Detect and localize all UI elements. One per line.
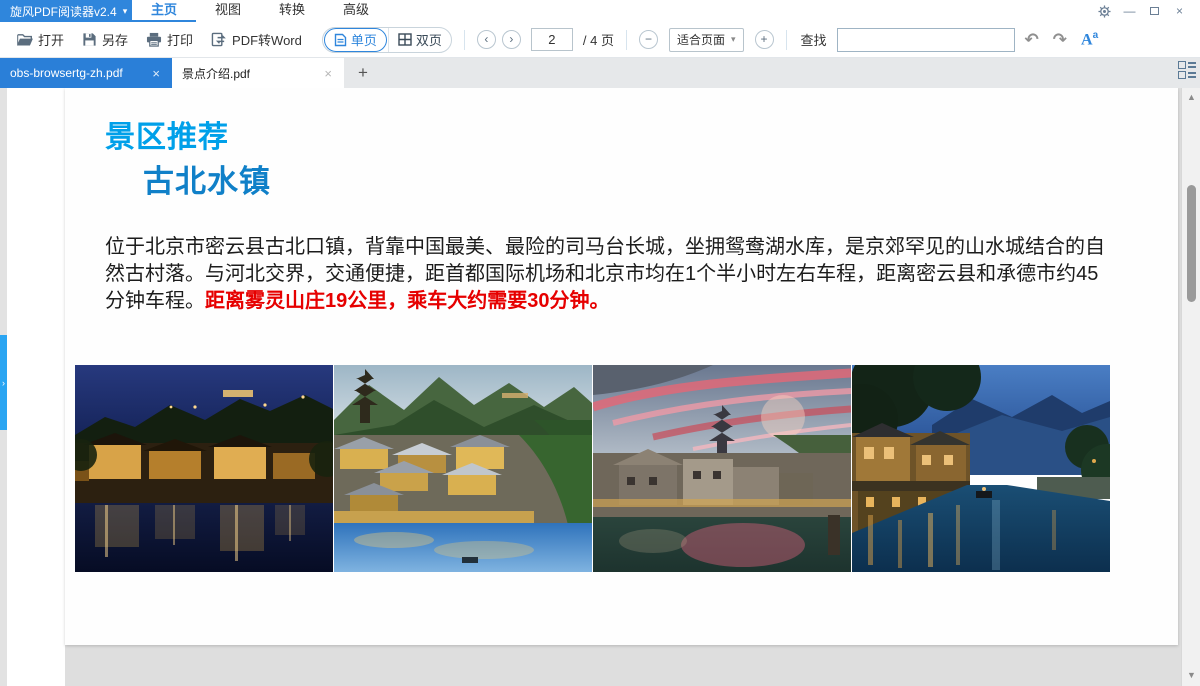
title-bar: 旋风PDF阅读器v2.4 ▾ 主页 视图 转换 高级 [0,0,1200,22]
chevron-down-icon: ▾ [731,34,736,45]
pdf-to-word-icon [211,32,227,47]
body-paragraph: 位于北京市密云县古北口镇，背靠中国最美、最险的司马台长城，坐拥鸳鸯湖水库，是京郊… [105,234,1113,315]
print-icon [146,32,162,47]
open-button[interactable]: 打开 [10,26,70,53]
photo-dusk-aerial-pagoda [334,365,592,572]
save-as-button[interactable]: 另存 [76,26,134,53]
document-tab-bar: obs-browsertg-zh.pdf × 景点介绍.pdf × + [0,58,1200,88]
doc-tab-obs-browsertg[interactable]: obs-browsertg-zh.pdf × [0,58,172,88]
chevron-down-icon: ▾ [123,6,128,17]
settings-gear-icon[interactable] [1092,0,1117,22]
single-page-button[interactable]: 单页 [324,28,387,52]
page-total: / 4 页 [583,30,614,49]
prev-page-button[interactable]: ‹ [477,30,496,49]
open-label: 打开 [38,30,64,49]
pdf-page: 景区推荐 古北水镇 位于北京市密云县古北口镇，背靠中国最美、最险的司马台长城，坐… [65,88,1178,645]
window-controls: — × [1092,0,1200,22]
pdf-to-word-label: PDF转Word [232,30,302,49]
menu-tab-view[interactable]: 视图 [196,0,260,22]
photo-night-reflection [75,365,333,572]
page-gutter [7,88,65,686]
print-label: 打印 [167,30,193,49]
search-input[interactable] [837,28,1015,52]
menu-tab-home[interactable]: 主页 [132,0,196,22]
zoom-mode-dropdown[interactable]: 适合页面 ▾ [669,28,744,52]
open-folder-icon [16,32,33,47]
print-button[interactable]: 打印 [140,26,199,53]
doc-tab-label: 景点介绍.pdf [182,65,250,82]
page-number-input[interactable] [531,28,573,51]
toolbar-divider [464,30,465,50]
main-toolbar: 打开 另存 打印 PD [0,22,1200,58]
font-tool-button[interactable]: Aa [1077,30,1102,49]
ribbon-menu: 主页 视图 转换 高级 [132,0,388,22]
close-button[interactable]: × [1167,0,1192,22]
titlebar-spacer [388,0,1092,22]
menu-tab-convert[interactable]: 转换 [260,0,324,22]
maximize-icon [1150,7,1159,15]
page-title: 景区推荐 [105,112,229,156]
redo-button[interactable]: ↷ [1049,30,1071,50]
vertical-scrollbar[interactable]: ▲ ▼ [1181,88,1200,686]
zoom-mode-label: 适合页面 [677,31,725,48]
highlight-text: 距离雾灵山庄19公里，乘车大约需要30分钟。 [205,290,610,312]
doc-tab-scenic-intro[interactable]: 景点介绍.pdf × [172,58,344,88]
tab-close-icon[interactable]: × [150,66,162,81]
new-tab-button[interactable]: + [344,61,382,85]
gear-icon [1098,5,1111,18]
toolbar-divider [786,30,787,50]
zoom-out-button[interactable]: − [639,30,658,49]
save-as-label: 另存 [102,30,128,49]
tab-close-icon[interactable]: × [322,66,334,81]
font-tool-big: A [1081,31,1093,48]
scroll-up-icon[interactable]: ▲ [1182,92,1200,102]
find-label: 查找 [801,30,827,49]
double-page-label: 双页 [416,30,442,49]
double-page-button[interactable]: 双页 [388,27,451,53]
scroll-down-icon[interactable]: ▼ [1182,670,1200,680]
minimize-button[interactable]: — [1117,0,1142,22]
maximize-button[interactable] [1142,0,1167,22]
font-tool-small: a [1093,30,1099,41]
photo-gallery [75,365,1110,572]
app-menu-button[interactable]: 旋风PDF阅读器v2.4 ▾ [0,0,132,22]
panel-row-icon [1178,71,1196,79]
single-page-label: 单页 [351,30,377,49]
photo-sunset-canal [593,365,851,572]
zoom-in-button[interactable]: + [755,30,774,49]
sidebar-expand-handle[interactable]: › [0,335,7,430]
photo-blue-hour-canal [852,365,1110,572]
next-page-button[interactable]: › [502,30,521,49]
page-layout-group: 单页 双页 [322,27,452,53]
page-subtitle: 古北水镇 [143,156,271,201]
scrollbar-thumb[interactable] [1187,185,1196,302]
single-page-icon [334,33,347,47]
app-title: 旋风PDF阅读器v2.4 [10,3,117,20]
save-icon [82,32,97,47]
toolbar-divider [626,30,627,50]
doc-tab-label: obs-browsertg-zh.pdf [10,66,123,80]
pdf-to-word-button[interactable]: PDF转Word [205,26,308,53]
pdf-reader-window: 旋风PDF阅读器v2.4 ▾ 主页 视图 转换 高级 [0,0,1200,686]
document-viewport: › 景区推荐 古北水镇 位于北京市密云县古北口镇，背靠中国最美、最险的司马台长城… [0,88,1200,686]
thumbnail-panel-toggle[interactable] [1178,61,1196,79]
panel-row-icon [1178,61,1196,69]
menu-tab-advanced[interactable]: 高级 [324,0,388,22]
double-page-icon [398,33,412,46]
undo-button[interactable]: ↶ [1021,30,1043,50]
